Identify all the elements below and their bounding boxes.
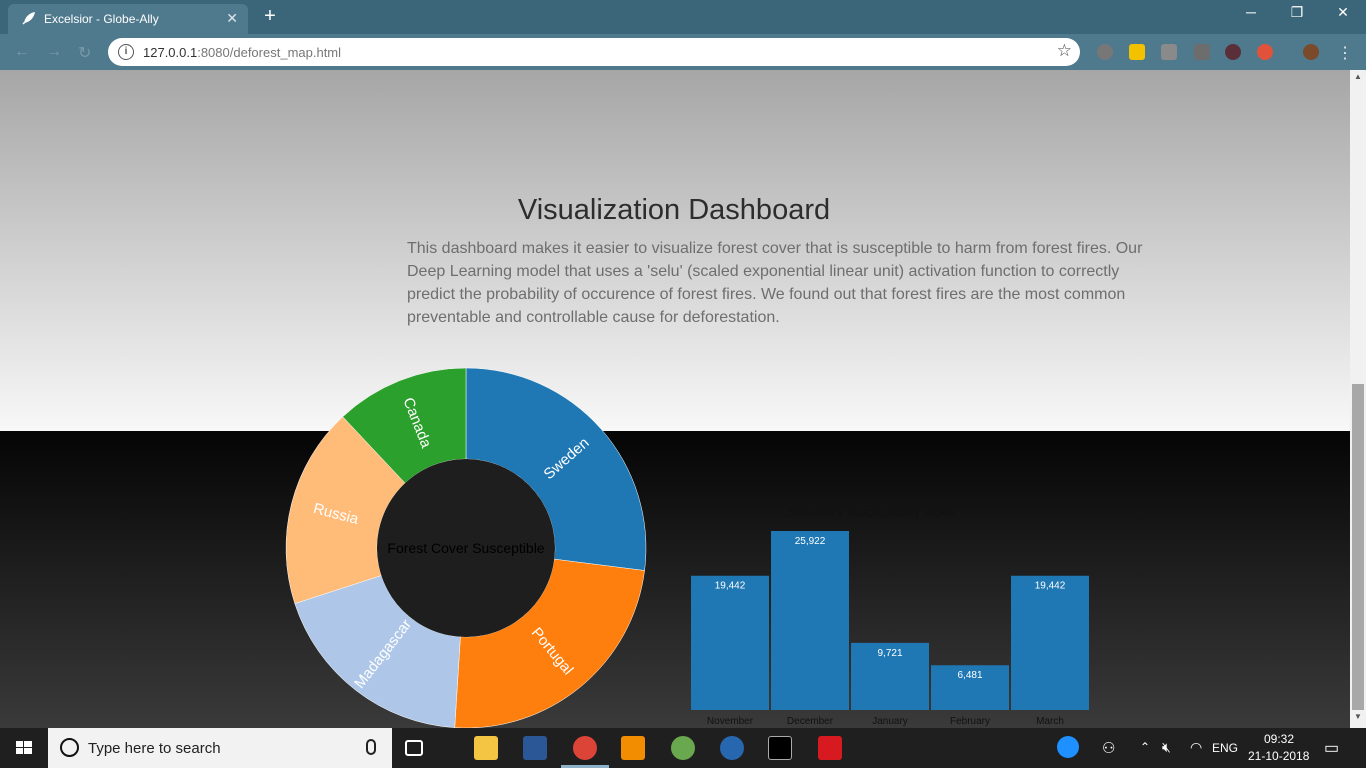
address-bar[interactable]: i 127.0.0.1:8080/deforest_map.html ☆ xyxy=(108,38,1080,66)
wifi-icon[interactable]: ◠ xyxy=(1190,739,1202,756)
close-tab-icon[interactable]: ✕ xyxy=(226,10,238,27)
bar-chart-title: Sweden's susceptibility index xyxy=(787,504,955,519)
chevron-up-icon[interactable]: ⌃ xyxy=(1140,740,1150,754)
close-window-icon[interactable]: ✕ xyxy=(1320,4,1366,21)
bar-value-label: 25,922 xyxy=(795,536,826,547)
bar-december[interactable] xyxy=(771,531,849,710)
extension-icon[interactable] xyxy=(1225,44,1241,60)
taskbar: Type here to search ⚇ ⌃ 🔇︎ ◠ ENG 09:32 2… xyxy=(0,728,1366,768)
microphone-icon[interactable] xyxy=(366,739,376,755)
volume-muted-icon[interactable]: 🔇︎ xyxy=(1162,739,1171,756)
clock-date[interactable]: 21-10-2018 xyxy=(1248,749,1309,763)
people-icon[interactable]: ⚇ xyxy=(1102,739,1115,757)
file-explorer-icon[interactable] xyxy=(474,736,498,760)
new-tab-button[interactable]: + xyxy=(258,6,282,28)
bar-category-label: December xyxy=(787,716,834,727)
browser-tab-bar: Excelsior - Globe-Ally ✕ + ─ ❐ ✕ xyxy=(0,0,1366,34)
cortana-icon xyxy=(60,738,79,757)
forward-icon[interactable]: → xyxy=(46,43,62,61)
extension-icon[interactable] xyxy=(1194,44,1210,60)
bar-category-label: November xyxy=(707,716,754,727)
help-icon[interactable] xyxy=(1057,736,1079,758)
word-icon[interactable] xyxy=(523,736,547,760)
windows-start-icon[interactable] xyxy=(0,728,48,768)
clock-time[interactable]: 09:32 xyxy=(1264,732,1294,746)
scroll-down-icon[interactable]: ▼ xyxy=(1350,712,1366,726)
page-scrollbar[interactable]: ▲ ▼ xyxy=(1350,70,1366,728)
url-text[interactable]: 127.0.0.1:8080/deforest_map.html xyxy=(143,45,341,60)
menu-icon[interactable]: ⋮ xyxy=(1337,43,1353,63)
notification-icon[interactable]: ▭ xyxy=(1324,738,1339,758)
bar-value-label: 9,721 xyxy=(877,648,902,659)
bar-group: 19,442 November 25,922 December 9,721 January… xyxy=(691,531,1089,727)
scrollbar-thumb[interactable] xyxy=(1352,384,1364,710)
task-view-icon[interactable] xyxy=(405,740,423,756)
acrobat-icon[interactable] xyxy=(818,736,842,760)
bar-november[interactable] xyxy=(691,575,769,710)
bar-category-label: March xyxy=(1036,716,1064,727)
page-content: Visualization Dashboard This dashboard m… xyxy=(0,70,1350,728)
pdf-extension-icon[interactable] xyxy=(1161,44,1177,60)
terminal-icon[interactable] xyxy=(768,736,792,760)
duckduckgo-icon[interactable] xyxy=(1257,44,1273,60)
tab-title: Excelsior - Globe-Ally xyxy=(44,12,159,26)
bookmark-star-icon[interactable]: ☆ xyxy=(1057,41,1072,61)
bar-chart: Sweden's susceptibility index 19,442 Nove… xyxy=(691,504,1089,727)
extension-icon[interactable] xyxy=(1129,44,1145,60)
restore-icon[interactable]: ❐ xyxy=(1274,4,1320,21)
chrome-icon[interactable] xyxy=(573,736,597,760)
back-icon[interactable]: ← xyxy=(14,43,30,61)
bar-march[interactable] xyxy=(1011,575,1089,710)
scroll-up-icon[interactable]: ▲ xyxy=(1350,72,1366,86)
extension-icon[interactable] xyxy=(1097,44,1113,60)
info-icon[interactable]: i xyxy=(118,44,134,60)
bar-category-label: January xyxy=(872,716,908,727)
bar-category-label: February xyxy=(950,716,990,727)
taskbar-search[interactable]: Type here to search xyxy=(48,728,392,768)
rocket-icon xyxy=(22,11,36,25)
search-placeholder: Type here to search xyxy=(88,740,221,757)
bar-value-label: 19,442 xyxy=(715,581,746,592)
bar-value-label: 6,481 xyxy=(957,670,982,681)
language-indicator[interactable]: ENG xyxy=(1212,741,1238,755)
android-studio-icon[interactable] xyxy=(671,736,695,760)
browser-tab[interactable]: Excelsior - Globe-Ally ✕ xyxy=(8,4,248,34)
r-icon[interactable] xyxy=(720,736,744,760)
minimize-icon[interactable]: ─ xyxy=(1228,4,1274,20)
reload-icon[interactable]: ↻ xyxy=(78,43,91,63)
bar-value-label: 19,442 xyxy=(1035,581,1066,592)
browser-toolbar: ← → ↻ i 127.0.0.1:8080/deforest_map.html… xyxy=(0,34,1366,70)
profile-avatar[interactable] xyxy=(1303,44,1319,60)
sublime-text-icon[interactable] xyxy=(621,736,645,760)
